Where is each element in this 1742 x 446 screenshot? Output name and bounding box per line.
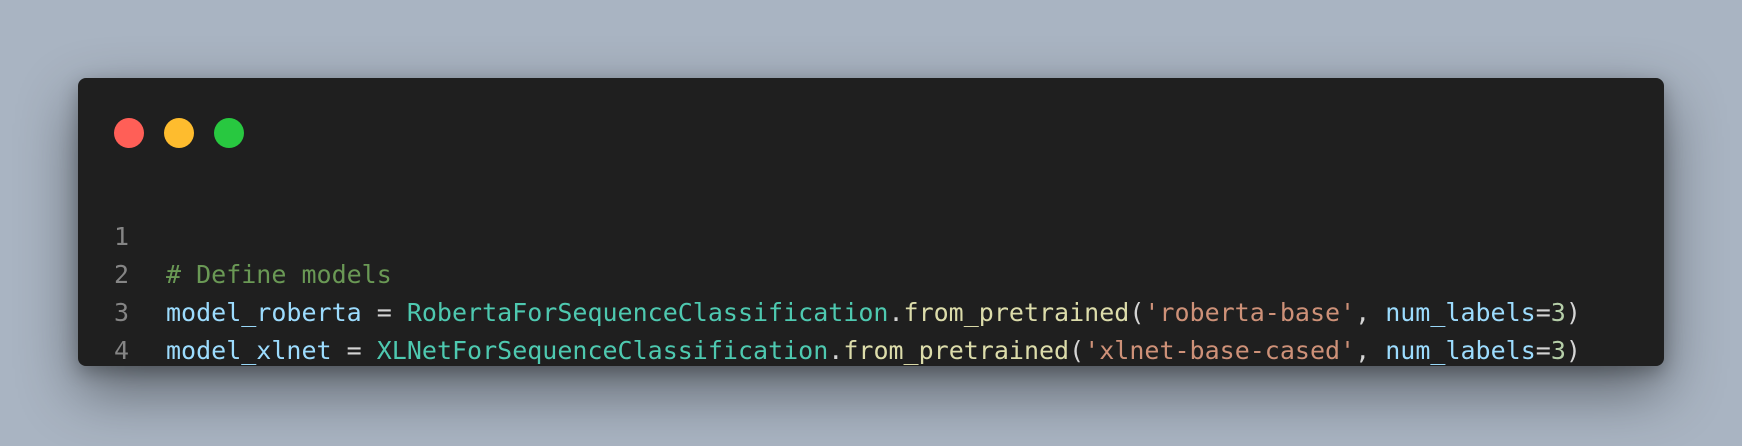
paren-token: ( xyxy=(1069,336,1085,365)
class-token: XLNetForSequenceClassification xyxy=(376,336,829,365)
keyword-arg-token: num_labels xyxy=(1385,336,1536,365)
variable-token: model_xlnet xyxy=(166,336,332,365)
dot-token: . xyxy=(828,336,844,365)
function-token: from_pretrained xyxy=(843,336,1070,365)
code-line: 2 model_roberta = RobertaForSequenceClas… xyxy=(78,218,1664,327)
line-number: 4 xyxy=(114,336,130,365)
operator-token: = xyxy=(331,336,377,365)
comma-token: , xyxy=(1355,336,1386,365)
line-content: model_xlnet = XLNetForSequenceClassifica… xyxy=(166,332,1581,370)
string-token: 'xlnet-base-cased' xyxy=(1084,336,1356,365)
minimize-window-icon[interactable] xyxy=(164,118,194,148)
zoom-window-icon[interactable] xyxy=(214,118,244,148)
code-line: 1 # Define models xyxy=(78,180,1664,289)
number-token: 3 xyxy=(1550,336,1566,365)
code-window: 1 # Define models 2 model_roberta = Robe… xyxy=(78,78,1664,366)
code-line: 4 xyxy=(78,294,1664,365)
operator-token: = xyxy=(1535,336,1551,365)
code-block[interactable]: 1 # Define models 2 model_roberta = Robe… xyxy=(78,180,1664,365)
paren-token: ) xyxy=(1565,336,1581,365)
code-line: 3 model_xlnet = XLNetForSequenceClassifi… xyxy=(78,256,1664,365)
close-window-icon[interactable] xyxy=(114,118,144,148)
